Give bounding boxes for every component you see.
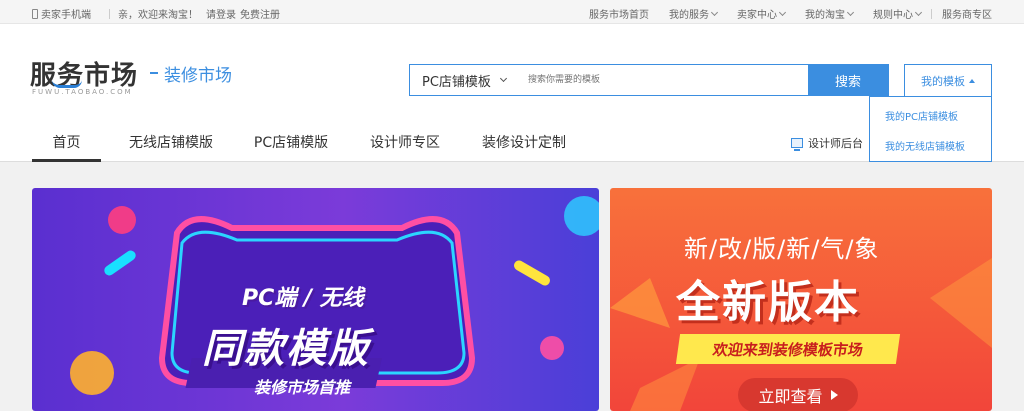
my-templates-button[interactable]: 我的模板 xyxy=(904,64,992,96)
my-templates-dropdown: 我的PC店铺模板 我的无线店铺模板 xyxy=(869,96,992,162)
rules-center-label: 规则中心 xyxy=(873,10,913,21)
banner-right-subtitle: 新/改/版/新/气/象 xyxy=(684,235,880,263)
search-input[interactable] xyxy=(520,65,808,95)
top-bar: 卖家手机端 亲，欢迎来淘宝！ 请登录 免费注册 服务市场首页 我的服务 卖家中心… xyxy=(0,0,1024,24)
seller-mobile-label: 卖家手机端 xyxy=(41,10,91,21)
search-button[interactable]: 搜索 xyxy=(808,65,888,95)
chevron-down-icon xyxy=(499,74,507,83)
caret-up-icon xyxy=(969,78,975,83)
banner-left-tagline: 装修市场首推 xyxy=(254,378,351,397)
chevron-down-icon xyxy=(846,8,855,16)
tab-custom-design[interactable]: 装修设计定制 xyxy=(469,128,579,162)
my-taobao-label: 我的淘宝 xyxy=(805,10,845,21)
search-bar: PC店铺模板 搜索 xyxy=(409,64,889,96)
tab-pc-templates[interactable]: PC店铺模版 xyxy=(241,128,341,162)
banner-right-headline: 全新版本 xyxy=(676,277,860,328)
tab-mobile-templates[interactable]: 无线店铺模版 xyxy=(121,128,221,162)
banner-left-line1: PC端 / 无线 xyxy=(242,286,364,311)
promo-banner-right[interactable]: 新/改/版/新/气/象 全新版本 欢迎来到装修模板市场 立即查看 xyxy=(610,188,992,411)
phone-icon xyxy=(32,8,38,19)
topbar-link-provider-zone[interactable]: 服务商专区 xyxy=(932,6,992,21)
logo-subtext: FUWU.TAOBAO.COM xyxy=(32,88,133,96)
chevron-down-icon xyxy=(914,8,923,16)
topbar-link-market-home[interactable]: 服务市场首页 xyxy=(579,6,659,21)
welcome-text: 亲，欢迎来淘宝！ xyxy=(118,10,198,21)
seller-mobile-link[interactable]: 卖家手机端 xyxy=(32,6,101,21)
main-nav: 首页 无线店铺模版 PC店铺模版 设计师专区 装修设计定制 xyxy=(32,128,599,162)
topbar-link-seller-center[interactable]: 卖家中心 xyxy=(727,6,795,21)
chevron-down-icon xyxy=(778,8,787,16)
provider-zone-label: 服务商专区 xyxy=(942,10,992,21)
seller-center-label: 卖家中心 xyxy=(737,10,777,21)
logo-swoosh xyxy=(52,80,82,88)
promo-banner-left[interactable]: PC端 / 无线 同款模版 装修市场首推 xyxy=(32,188,599,411)
banner-left-headline: 同款模版 xyxy=(202,326,370,372)
market-home-label: 服务市场首页 xyxy=(589,10,649,21)
topbar-link-my-services[interactable]: 我的服务 xyxy=(659,6,727,21)
topbar-link-my-taobao[interactable]: 我的淘宝 xyxy=(795,6,863,21)
logo-text: 服务市场 xyxy=(30,61,139,91)
my-services-label: 我的服务 xyxy=(669,10,709,21)
view-now-label: 立即查看 xyxy=(758,387,823,406)
dropdown-item-mobile-templates[interactable]: 我的无线店铺模板 xyxy=(870,130,991,160)
header: 服务市场 FUWU.TAOBAO.COM 装修市场 PC店铺模板 搜索 我的模板… xyxy=(0,24,1024,162)
section-title[interactable]: 装修市场 xyxy=(164,61,232,86)
view-now-button[interactable]: 立即查看 xyxy=(738,378,858,411)
logo-divider xyxy=(150,72,158,74)
banner-right-tagline: 欢迎来到装修模板市场 xyxy=(675,334,901,364)
topbar-link-rules-center[interactable]: 规则中心 xyxy=(863,6,931,21)
search-category-select[interactable]: PC店铺模板 xyxy=(410,65,520,95)
designer-backend-label: 设计师后台 xyxy=(808,137,863,150)
site-logo[interactable]: 服务市场 FUWU.TAOBAO.COM xyxy=(30,55,139,96)
login-link[interactable]: 请登录 xyxy=(206,6,236,21)
monitor-icon xyxy=(791,138,803,151)
my-templates-label: 我的模板 xyxy=(921,74,965,88)
register-link[interactable]: 免费注册 xyxy=(240,6,280,21)
tab-home[interactable]: 首页 xyxy=(32,128,101,162)
dropdown-item-pc-templates[interactable]: 我的PC店铺模板 xyxy=(870,100,991,130)
chevron-down-icon xyxy=(710,8,719,16)
tab-designer-zone[interactable]: 设计师专区 xyxy=(361,128,449,162)
search-category-label: PC店铺模板 xyxy=(422,74,491,90)
divider xyxy=(109,8,110,19)
arrow-right-icon xyxy=(830,390,838,400)
designer-backend-link[interactable]: 设计师后台 xyxy=(791,135,863,151)
